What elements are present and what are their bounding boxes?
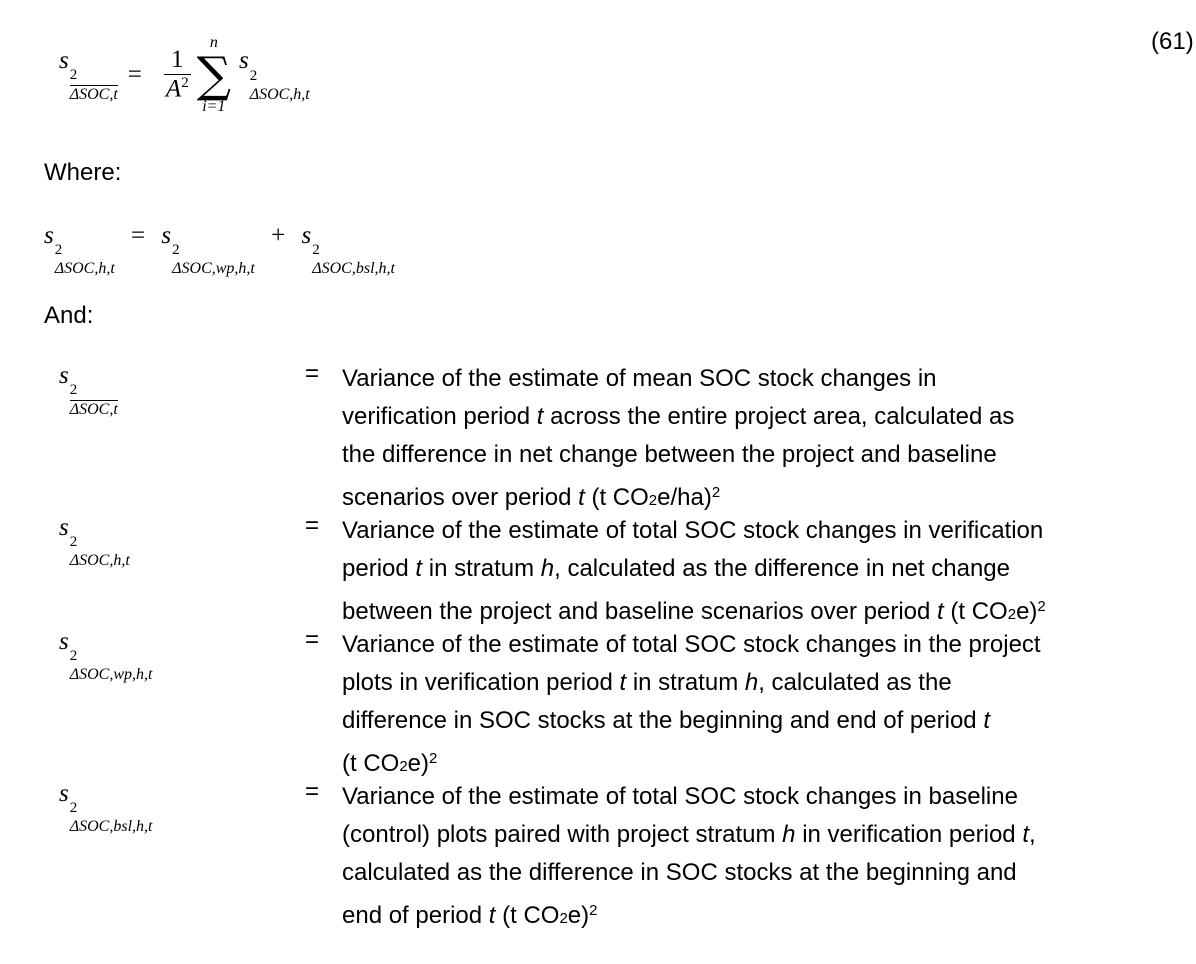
- main-eq-rhs: s 2 ΔSOC,h,t: [239, 47, 310, 102]
- definition-subscript: ΔSOC,t: [69, 400, 118, 419]
- symbol-s: s: [59, 514, 69, 541]
- summation: n ∑ i=1: [197, 35, 231, 115]
- exponent: 2: [69, 67, 78, 84]
- fraction-numerator: 1: [171, 46, 184, 74]
- sum-lower-limit: i=1: [202, 99, 225, 115]
- definition-text: Variance of the estimate of total SOC st…: [342, 517, 1046, 625]
- denominator-base: A: [165, 75, 182, 103]
- exponent: 2: [54, 242, 63, 259]
- plus-sign: +: [271, 222, 286, 249]
- definition-equals: =: [305, 512, 320, 539]
- second-eq-term2-subscript: ΔSOC,bsl,h,t: [312, 260, 395, 278]
- equals-sign: =: [127, 61, 142, 88]
- exponent: 2: [249, 67, 258, 84]
- exponent: 2: [172, 242, 180, 259]
- definition-subscript: ΔSOC,bsl,h,t: [69, 818, 153, 836]
- symbol-s: s: [238, 47, 249, 75]
- symbol-s: s: [301, 222, 312, 249]
- symbol-s: s: [59, 780, 69, 807]
- symbol-s: s: [59, 362, 69, 389]
- symbol-s: s: [59, 628, 69, 655]
- equals-sign: =: [131, 222, 146, 249]
- exponent: 2: [69, 800, 78, 817]
- main-equation: s 2 ΔSOC,t = 1 A2 n ∑ i=1 s 2 ΔSOC,h,t: [59, 30, 310, 120]
- symbol-s: s: [161, 222, 172, 249]
- sigma-symbol: ∑: [196, 47, 231, 103]
- symbol-s: s: [44, 222, 54, 249]
- exponent: 2: [69, 382, 78, 399]
- definition-equals: =: [305, 778, 320, 805]
- definition-symbol: s 2 ΔSOC,h,t: [59, 514, 130, 569]
- fraction: 1 A2: [163, 46, 191, 104]
- definition-subscript: ΔSOC,wp,h,t: [69, 666, 153, 684]
- fraction-denominator: A2: [163, 73, 191, 104]
- second-eq-term1-subscript: ΔSOC,wp,h,t: [172, 260, 255, 278]
- equation-number: (61): [1151, 28, 1194, 55]
- definition-text: Variance of the estimate of mean SOC sto…: [342, 365, 1015, 511]
- definition-equals: =: [305, 360, 320, 387]
- and-label: And:: [44, 302, 94, 329]
- exponent: 2: [312, 242, 320, 259]
- main-eq-lhs-subscript: ΔSOC,t: [69, 85, 118, 104]
- second-eq-lhs-subscript: ΔSOC,h,t: [54, 260, 115, 278]
- exponent: 2: [69, 534, 78, 551]
- main-eq-rhs-subscript: ΔSOC,h,t: [249, 85, 310, 103]
- definition-text: Variance of the estimate of total SOC st…: [342, 783, 1036, 929]
- definition-subscript: ΔSOC,h,t: [69, 552, 130, 570]
- exponent: 2: [69, 648, 78, 665]
- definition-symbol: s 2 ΔSOC,t: [59, 362, 118, 418]
- main-eq-lhs: s 2 ΔSOC,t: [59, 47, 118, 103]
- definition-equals: =: [305, 626, 320, 653]
- definition-text: Variance of the estimate of total SOC st…: [342, 631, 1041, 777]
- definition-symbol: s 2 ΔSOC,wp,h,t: [59, 628, 152, 683]
- denominator-exponent: 2: [181, 74, 189, 91]
- second-equation: s 2 ΔSOC,h,t = s 2 ΔSOC,wp,h,t + s 2 ΔSOC,bsl,…: [44, 222, 395, 277]
- sum-lower-limit-text: i=1: [202, 98, 226, 115]
- symbol-s: s: [59, 46, 69, 74]
- definition-symbol: s 2 ΔSOC,bsl,h,t: [59, 780, 152, 835]
- where-label: Where:: [44, 159, 122, 186]
